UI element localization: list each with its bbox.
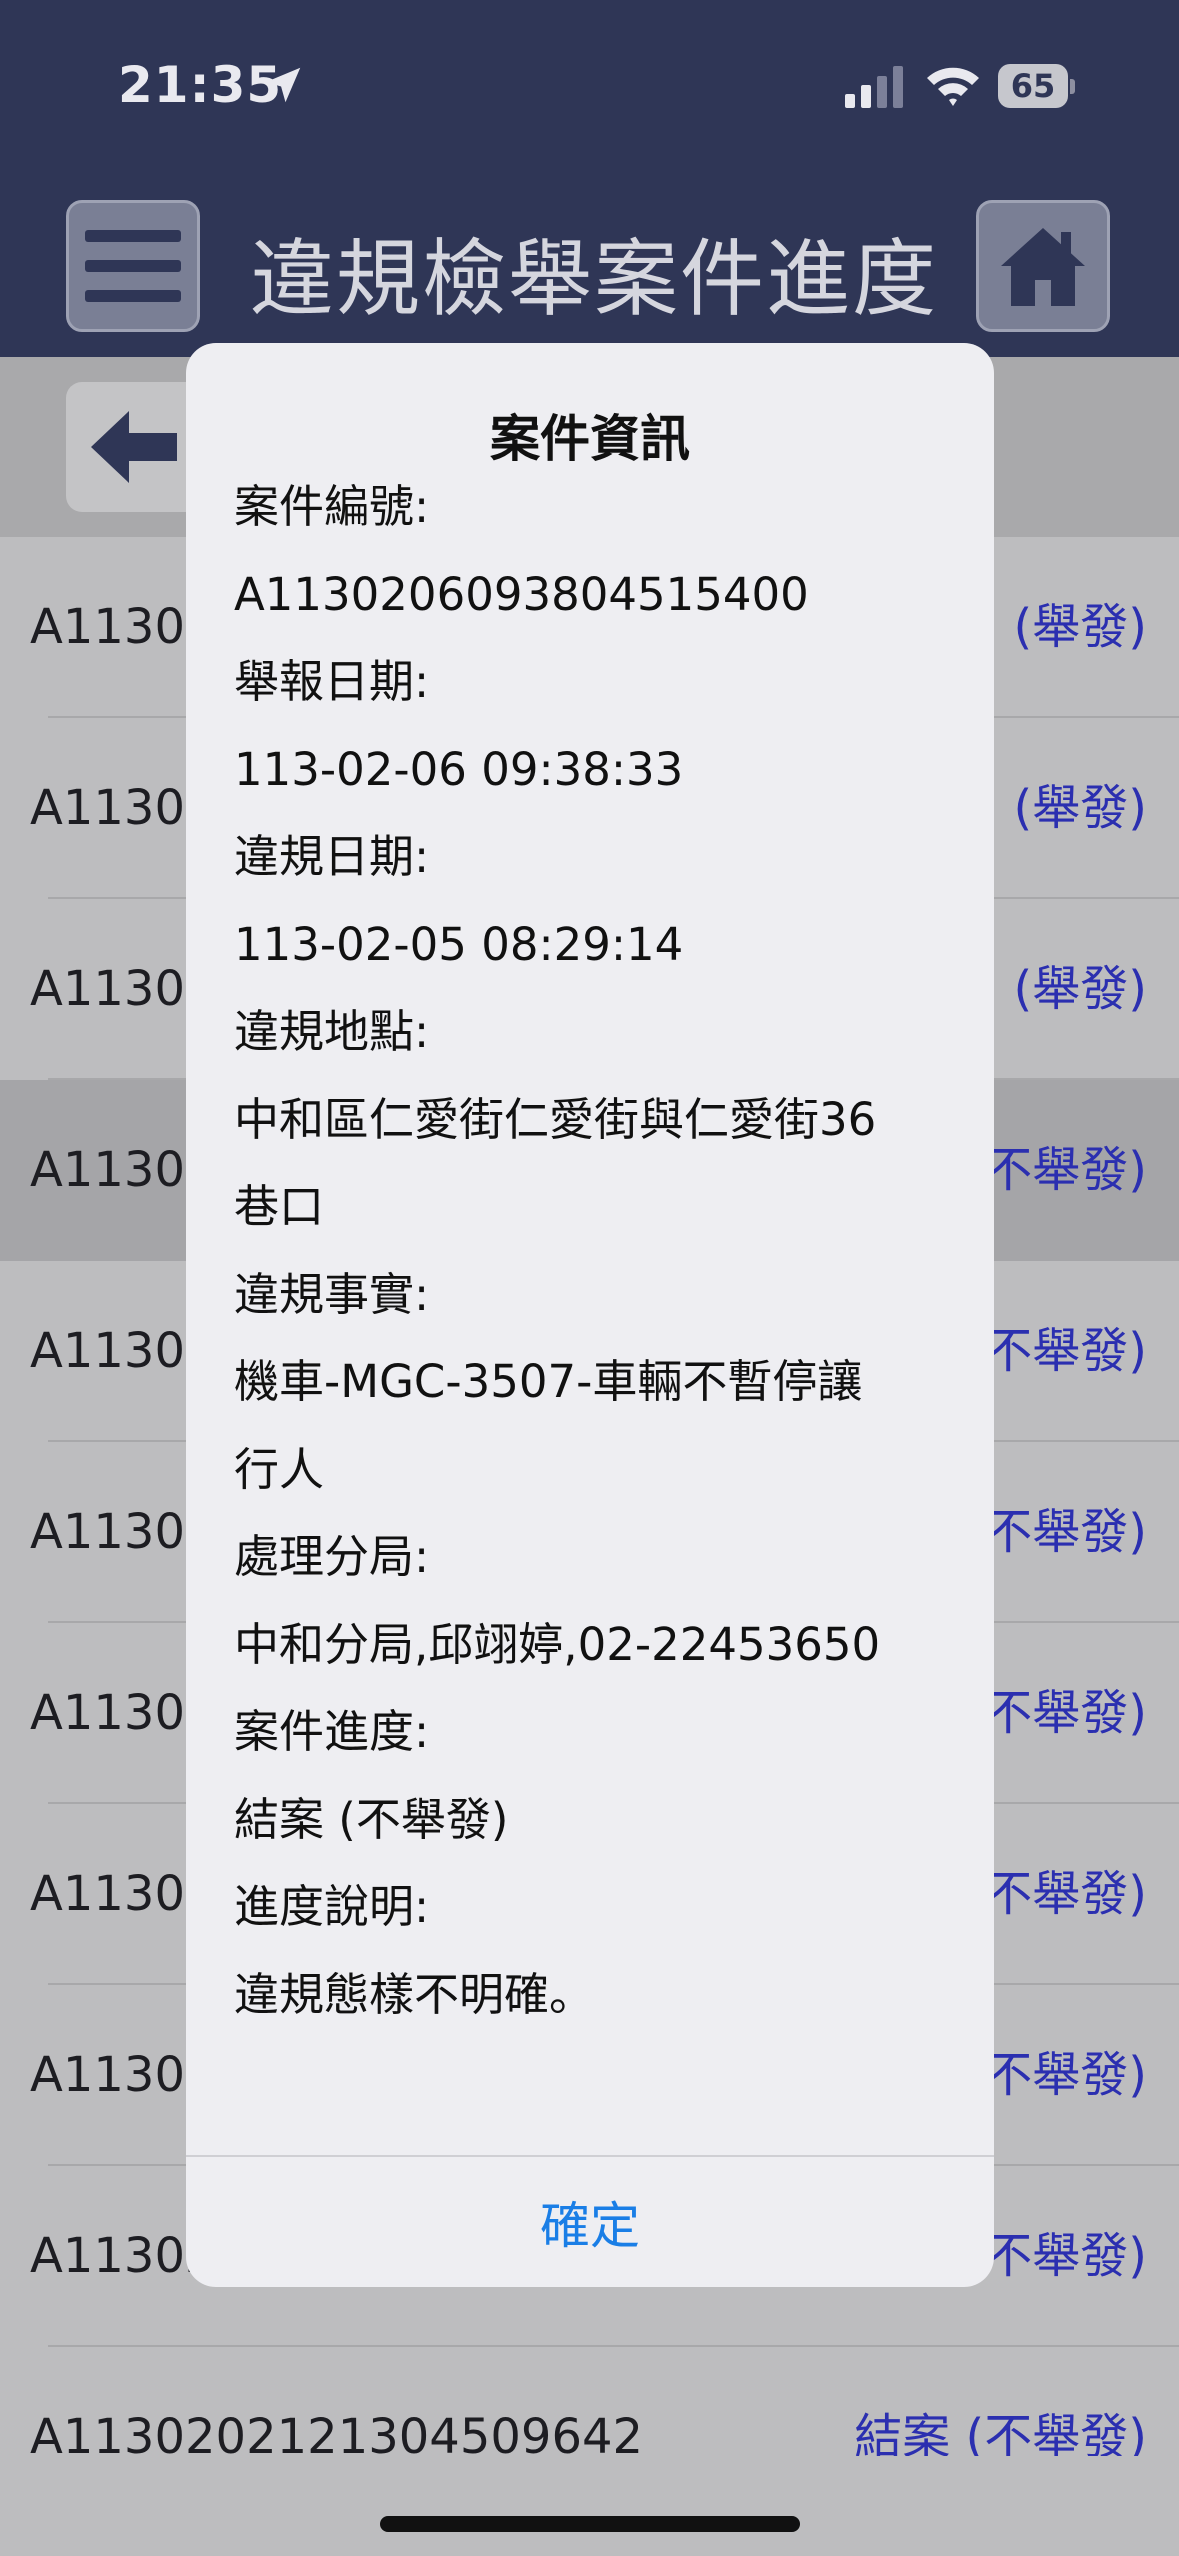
field-value-case-progress: 結案 (不舉發) (234, 1792, 509, 1846)
row-status[interactable]: 不舉發) (984, 1623, 1147, 1804)
field-value-progress-note: 違規態樣不明確。 (234, 1967, 595, 2021)
confirm-button[interactable]: 確定 (186, 2157, 994, 2287)
row-status[interactable]: 不舉發) (984, 1804, 1147, 1985)
field-label-violation-date: 違規日期: (234, 830, 430, 883)
page-title: 違規檢舉案件進度 (250, 230, 939, 328)
row-status[interactable]: (舉發) (1014, 718, 1147, 899)
location-arrow-icon (265, 67, 301, 103)
field-value-handling-unit: 中和分局,邱翊婷,02-22453650 (234, 1617, 881, 1671)
field-label-case-number: 案件編號: (234, 480, 430, 533)
field-value-location: 中和區仁愛街仁愛街與仁愛街36 (234, 1092, 877, 1146)
menu-button[interactable] (66, 200, 200, 332)
battery-cap (1070, 79, 1075, 94)
field-value-violation-fact-cont: 行人 (234, 1442, 325, 1496)
field-label-handling-unit: 處理分局: (234, 1530, 430, 1583)
battery-level: 65 (998, 64, 1068, 108)
field-label-report-date: 舉報日期: (234, 655, 430, 708)
row-status[interactable]: 不舉發) (984, 2166, 1147, 2347)
back-arrow-icon (91, 411, 177, 483)
field-value-violation-date: 113-02-05 08:29:14 (234, 917, 684, 971)
wifi-icon (927, 67, 979, 106)
dialog-title: 案件資訊 (490, 410, 690, 468)
bottom-strip (0, 2456, 1179, 2556)
app-header: 21:35 65 違規檢舉案件進度 (0, 0, 1179, 357)
row-status[interactable]: 不舉發) (984, 1442, 1147, 1623)
dialog-message: 案件編號: A1130206093804515400 舉報日期: 113-02-… (234, 463, 954, 2038)
field-label-violation-fact: 違規事實: (234, 1267, 430, 1321)
cellular-signal-icon (845, 66, 903, 108)
case-info-dialog: 案件資訊 案件編號: A1130206093804515400 舉報日期: 11… (186, 343, 994, 2287)
row-status[interactable]: (舉發) (1014, 899, 1147, 1080)
field-value-report-date: 113-02-06 09:38:33 (234, 742, 684, 796)
row-status[interactable]: 不舉發) (984, 1080, 1147, 1261)
home-icon (1001, 228, 1085, 306)
home-indicator[interactable] (380, 2516, 800, 2532)
field-label-location: 違規地點: (234, 1005, 430, 1058)
home-button[interactable] (976, 200, 1110, 332)
row-status[interactable]: 不舉發) (984, 1261, 1147, 1442)
field-label-progress-note: 進度說明: (234, 1880, 430, 1933)
hamburger-menu-icon (85, 230, 181, 302)
battery-indicator: 65 (998, 64, 1075, 110)
row-status[interactable]: (舉發) (1014, 537, 1147, 718)
field-value-location-cont: 巷口 (234, 1180, 325, 1233)
status-time: 21:35 (118, 56, 283, 114)
row-status[interactable]: 不舉發) (984, 1985, 1147, 2166)
field-value-case-number: A1130206093804515400 (234, 567, 809, 621)
field-label-case-progress: 案件進度: (234, 1705, 430, 1758)
back-button[interactable] (66, 382, 202, 512)
field-value-violation-fact: 機車-MGC-3507-車輛不暫停讓 (234, 1355, 863, 1408)
